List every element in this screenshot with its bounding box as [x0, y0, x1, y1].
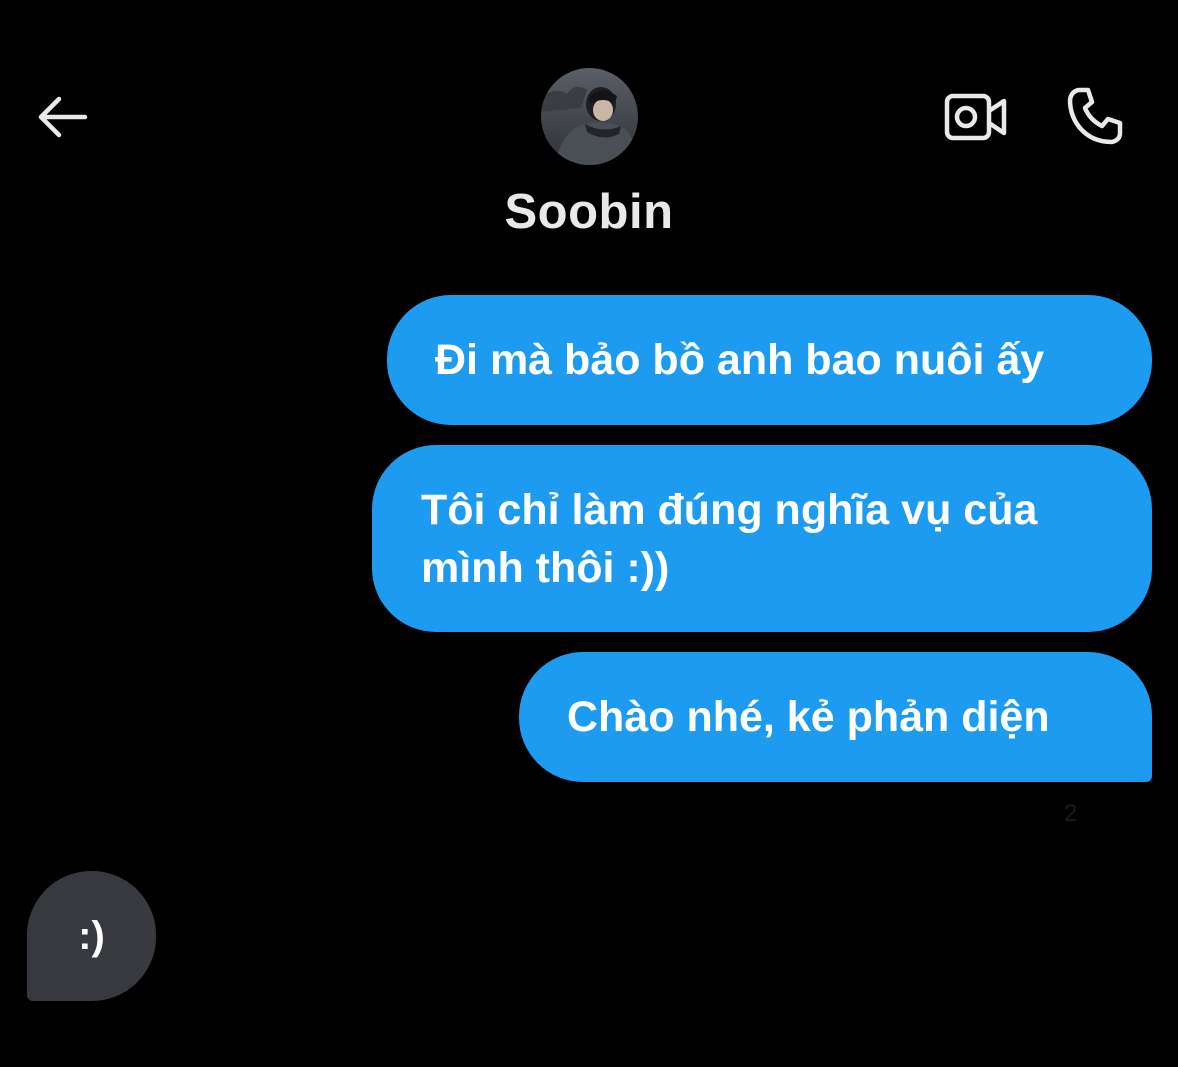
back-button[interactable] — [28, 84, 94, 150]
message-bubble-incoming[interactable]: :) — [27, 871, 156, 1001]
message-bubble-outgoing[interactable]: Chào nhé, kẻ phản diện — [519, 652, 1152, 782]
arrow-left-icon — [38, 96, 88, 138]
message-bubble-outgoing[interactable]: Đi mà bảo bồ anh bao nuôi ấy — [387, 295, 1152, 425]
message-timestamp: 2 — [1064, 800, 1078, 827]
contact-name[interactable]: Soobin — [0, 184, 1178, 240]
voice-call-button[interactable] — [1058, 80, 1134, 152]
message-text: Đi mà bảo bồ anh bao nuôi ấy — [435, 336, 1045, 384]
video-call-button[interactable] — [938, 84, 1014, 150]
message-text: Chào nhé, kẻ phản diện — [567, 693, 1050, 741]
phone-icon — [1067, 87, 1123, 145]
message-text: :) — [78, 913, 105, 958]
message-bubble-outgoing[interactable]: Tôi chỉ làm đúng nghĩa vụ của mình thôi … — [372, 445, 1152, 632]
dm-conversation-screen: Soobin Đi mà bảo bồ anh bao nuôi ấy Tôi … — [0, 0, 1178, 1067]
message-text: Tôi chỉ làm đúng nghĩa vụ của mình thôi … — [421, 486, 1038, 592]
contact-avatar[interactable] — [541, 68, 638, 165]
video-camera-icon — [944, 93, 1007, 141]
